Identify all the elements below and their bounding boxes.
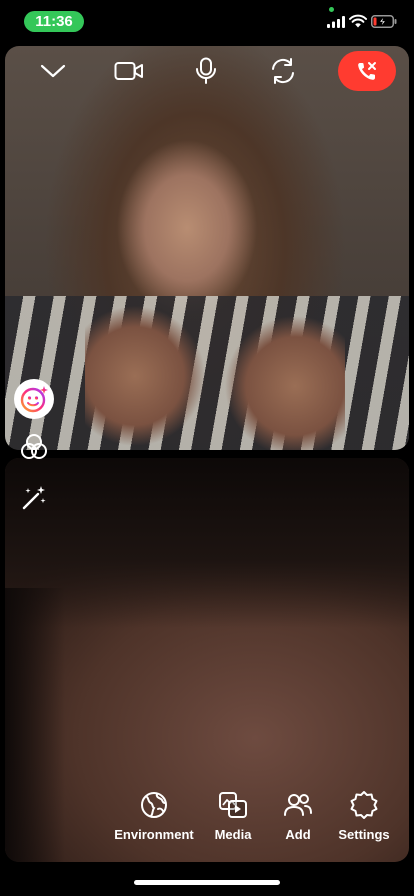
- video-camera-icon: [114, 62, 143, 80]
- gear-icon: [350, 791, 378, 819]
- environment-label: Environment: [114, 827, 194, 842]
- flip-camera-icon: [272, 58, 294, 84]
- flip-camera-button[interactable]: [267, 56, 299, 86]
- wifi-icon: [349, 14, 367, 28]
- remote-video-content: [85, 286, 345, 450]
- microphone-icon: [196, 57, 216, 84]
- call-options-menu: Environment Media Add Settings: [0, 790, 414, 850]
- end-call-icon: [358, 62, 376, 80]
- settings-button[interactable]: Settings: [336, 790, 392, 842]
- filters-icon[interactable]: [20, 433, 48, 461]
- battery-charging-icon: [371, 15, 397, 28]
- media-button[interactable]: Media: [212, 790, 254, 842]
- mic-in-use-indicator: [329, 7, 334, 12]
- home-indicator[interactable]: [134, 880, 280, 885]
- cellular-signal-icon: [327, 16, 345, 28]
- collapse-button[interactable]: [37, 56, 69, 86]
- call-controls-bar: [0, 46, 414, 96]
- microphone-button[interactable]: [190, 56, 222, 86]
- face-effects-icon: [20, 386, 48, 413]
- remote-video-pane[interactable]: [5, 46, 409, 450]
- status-bar: 11:36: [0, 0, 414, 44]
- settings-label: Settings: [338, 827, 390, 842]
- media-label: Media: [214, 827, 252, 842]
- status-time: 11:36: [24, 11, 84, 32]
- chevron-down-icon: [40, 64, 66, 78]
- media-icon: [219, 792, 247, 818]
- magic-wand-icon[interactable]: [20, 484, 48, 512]
- add-participants-button[interactable]: Add: [280, 790, 316, 842]
- environment-button[interactable]: Environment: [114, 790, 194, 842]
- globe-icon: [141, 792, 167, 818]
- add-people-icon: [284, 794, 312, 816]
- end-call-button[interactable]: [338, 51, 396, 91]
- face-effects-button[interactable]: [14, 379, 54, 419]
- video-toggle-button[interactable]: [113, 56, 145, 86]
- add-label: Add: [285, 827, 311, 842]
